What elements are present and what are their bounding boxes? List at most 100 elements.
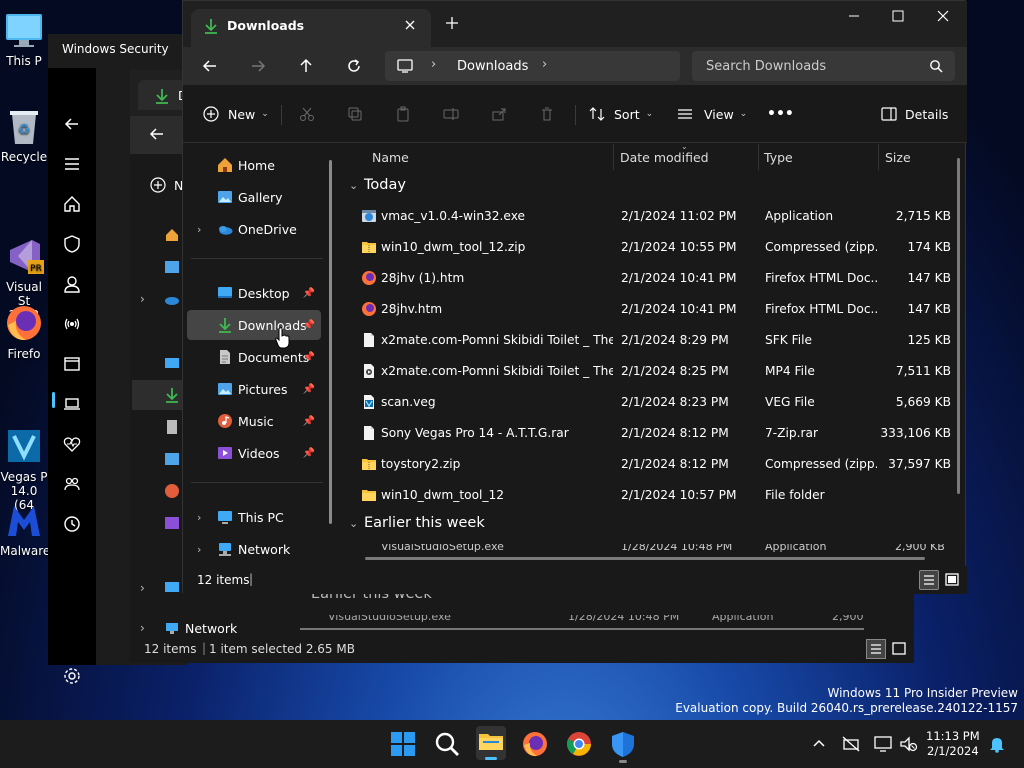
search-icon[interactable] — [929, 59, 943, 73]
file-row-partial[interactable]: VisualStudioSetup.exe 1/28/2024 10:48 PM… — [343, 544, 953, 554]
file-row[interactable]: toystory2.zip 2/1/2024 8:12 PM Compressed … — [343, 449, 963, 480]
shield-icon[interactable] — [62, 234, 82, 254]
column-header-name[interactable]: Name — [372, 144, 409, 170]
tiles-view-icon[interactable] — [942, 570, 962, 590]
file-row[interactable]: Sony Vegas Pro 14 - A.T.T.G.rar 2/1/2024 … — [343, 418, 963, 449]
expand-chevron-icon[interactable]: › — [140, 621, 145, 635]
tab-downloads[interactable]: Downloads — [191, 9, 431, 47]
chevron-right-icon[interactable]: › — [197, 543, 201, 556]
pin-icon[interactable]: 📌 — [303, 352, 315, 363]
horizontal-scrollbar[interactable] — [300, 628, 864, 630]
new-button[interactable]: New ⌄ — [203, 85, 269, 143]
vertical-scrollbar[interactable] — [957, 158, 960, 494]
nav-item-desktop[interactable]: Desktop 📌 — [187, 278, 321, 308]
nav-item-videos[interactable]: Videos 📌 — [187, 438, 321, 468]
refresh-icon[interactable] — [345, 57, 363, 75]
file-row[interactable]: win10_dwm_tool_12.zip 2/1/2024 10:55 PM Co… — [343, 232, 963, 263]
minimize-icon[interactable] — [847, 9, 861, 23]
address-bar[interactable]: › Downloads › — [385, 51, 680, 81]
cut-button[interactable] — [299, 85, 315, 143]
expand-chevron-icon[interactable]: › — [140, 292, 145, 306]
firefox-icon[interactable] — [521, 730, 549, 758]
history-icon[interactable] — [62, 514, 82, 534]
expand-chevron-icon[interactable]: › — [140, 581, 145, 595]
home-icon[interactable] — [62, 194, 82, 214]
nav-item-documents[interactable]: Documents 📌 — [187, 342, 321, 372]
breadcrumb-downloads[interactable]: Downloads — [457, 59, 528, 74]
copy-button[interactable] — [347, 85, 363, 143]
maximize-icon[interactable] — [891, 9, 905, 23]
windows-security-shield-icon[interactable] — [609, 730, 637, 763]
account-icon[interactable] — [62, 274, 82, 294]
pin-icon[interactable]: 📌 — [303, 384, 315, 395]
close-window-icon[interactable] — [936, 9, 950, 23]
desktop-icon-this-pc[interactable]: This P — [0, 10, 48, 68]
more-options-button[interactable]: ••• — [767, 85, 794, 143]
back-arrow-icon[interactable] — [201, 57, 219, 75]
chevron-right-icon[interactable]: › — [431, 57, 436, 72]
horizontal-scrollbar[interactable] — [365, 557, 925, 560]
file-row[interactable]: x2mate.com-Pomni Skibidi Toilet _ The A.… — [343, 325, 963, 356]
share-button[interactable] — [491, 85, 507, 143]
paste-button[interactable] — [395, 85, 411, 143]
nav-item-pictures[interactable]: Pictures 📌 — [187, 374, 321, 404]
nav-item-gallery[interactable]: Gallery — [187, 182, 321, 212]
back-arrow-icon[interactable] — [62, 114, 82, 134]
view-button[interactable]: View ⌄ — [677, 85, 747, 143]
details-view-icon[interactable] — [919, 570, 939, 590]
network-disconnected-icon[interactable] — [841, 734, 861, 754]
tiles-view-icon[interactable] — [889, 639, 909, 659]
chevron-right-icon[interactable]: › — [197, 223, 201, 236]
forward-arrow-icon[interactable] — [249, 57, 267, 75]
chevron-right-icon[interactable]: › — [542, 57, 547, 72]
details-view-icon[interactable] — [866, 639, 886, 659]
speaker-muted-icon[interactable] — [898, 734, 918, 754]
chevron-up-icon[interactable] — [810, 734, 828, 752]
search-icon[interactable] — [433, 730, 461, 758]
nav-item-music[interactable]: Music 📌 — [187, 406, 321, 436]
laptop-icon[interactable] — [62, 394, 82, 414]
file-row[interactable]: scan.veg 2/1/2024 8:23 PM VEG File 5,669 KB — [343, 387, 963, 418]
display-icon[interactable] — [873, 734, 893, 754]
file-row-partial[interactable]: VisualStudioSetup.exe 1/28/2024 10:48 PM… — [306, 615, 866, 623]
close-tab-icon[interactable] — [403, 18, 417, 32]
file-row[interactable]: 28jhv (1).htm 2/1/2024 10:41 PM Firefox HT… — [343, 263, 963, 294]
nav-item-this-pc[interactable]: › This PC — [187, 502, 321, 532]
back-arrow-icon[interactable] — [148, 125, 166, 143]
nav-item-home[interactable]: Home — [187, 150, 321, 180]
health-icon[interactable] — [62, 434, 82, 454]
file-explorer-taskbar-button[interactable] — [476, 726, 506, 760]
delete-button[interactable] — [539, 85, 555, 143]
nav-label-network[interactable]: Network — [185, 621, 237, 636]
hamburger-menu-icon[interactable] — [62, 154, 82, 174]
desktop-icon-firefox[interactable]: Firefo — [0, 303, 48, 361]
up-arrow-icon[interactable] — [297, 57, 315, 75]
rename-button[interactable] — [443, 85, 459, 143]
pin-icon[interactable]: 📌 — [303, 448, 315, 459]
nav-item-network[interactable]: › Network — [187, 534, 321, 564]
desktop-icon-recycle-bin[interactable]: ♻ Recycle — [0, 106, 48, 164]
chrome-icon[interactable] — [565, 730, 593, 758]
details-pane-button[interactable]: Details — [881, 85, 948, 143]
pin-icon[interactable]: 📌 — [303, 416, 315, 427]
column-header-date[interactable]: Date modified — [620, 144, 709, 170]
nav-item-downloads[interactable]: Downloads 📌 — [187, 310, 321, 340]
settings-gear-icon[interactable] — [62, 666, 82, 686]
file-row[interactable]: x2mate.com-Pomni Skibidi Toilet _ The A.… — [343, 356, 963, 387]
sort-button[interactable]: Sort ⌄ — [589, 85, 653, 143]
clock[interactable]: 11:13 PM 2/1/2024 — [926, 729, 980, 759]
nav-scrollbar[interactable] — [329, 160, 332, 524]
app-browser-icon[interactable] — [62, 354, 82, 374]
chevron-right-icon[interactable]: › — [197, 511, 201, 524]
column-header-size[interactable]: Size — [885, 144, 911, 170]
file-row[interactable]: vmac_v1.0.4-win32.exe 2/1/2024 11:02 PM Ap… — [343, 201, 963, 232]
pin-icon[interactable]: 📌 — [303, 288, 315, 299]
nav-item-onedrive[interactable]: › OneDrive — [187, 214, 321, 244]
pin-icon[interactable]: 📌 — [303, 320, 315, 331]
start-windows-icon[interactable] — [389, 730, 417, 758]
family-icon[interactable] — [62, 474, 82, 494]
notification-bell-icon[interactable] — [987, 734, 1007, 754]
file-row[interactable]: win10_dwm_tool_12 2/1/2024 10:57 PM File f… — [343, 480, 963, 511]
network-icon[interactable] — [62, 314, 82, 334]
column-header-type[interactable]: Type — [764, 144, 793, 170]
